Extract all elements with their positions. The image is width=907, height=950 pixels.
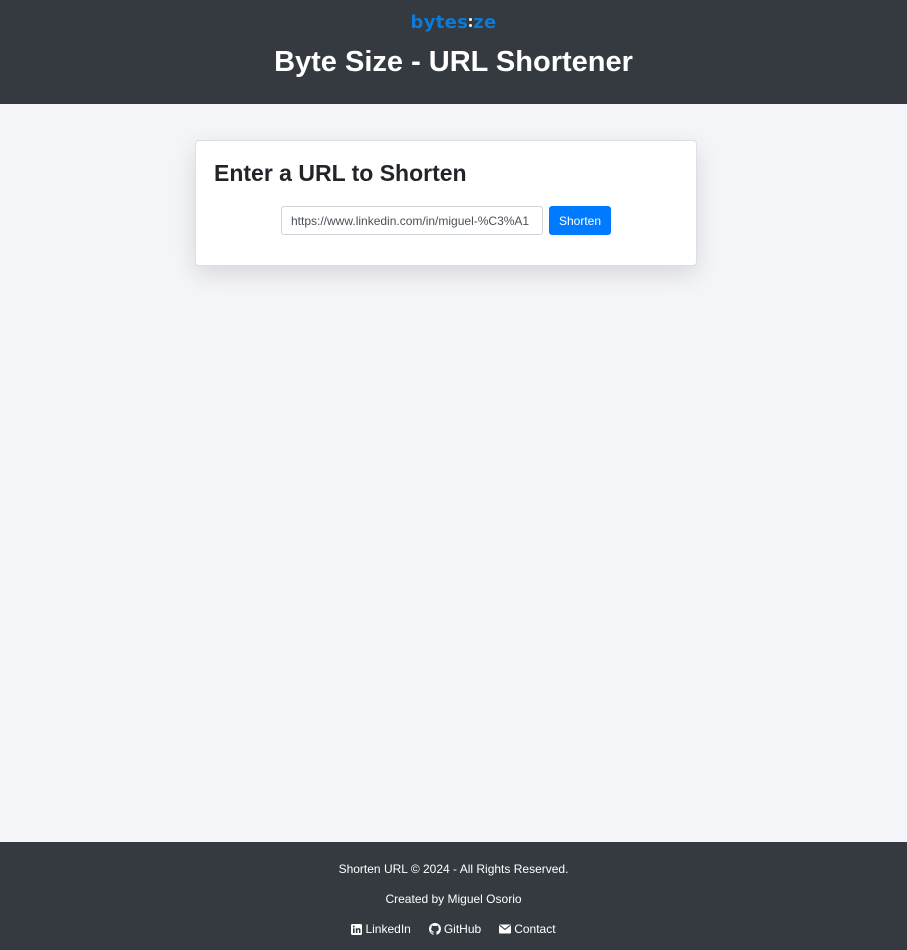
footer-links: LinkedIn GitHub Contact bbox=[0, 922, 907, 936]
linkedin-link[interactable]: LinkedIn bbox=[351, 922, 411, 936]
github-link[interactable]: GitHub bbox=[428, 922, 482, 936]
bytesize-logo[interactable]: bytes ze bbox=[0, 9, 907, 35]
logo-dots-icon bbox=[469, 13, 473, 31]
github-icon bbox=[428, 923, 441, 935]
logo-text-right: ze bbox=[473, 11, 497, 33]
card-title: Enter a URL to Shorten bbox=[214, 160, 467, 186]
site-header: bytes ze Byte Size - URL Shortener bbox=[0, 0, 907, 104]
url-input[interactable] bbox=[281, 206, 543, 235]
shorten-card: Enter a URL to Shorten Shorten bbox=[195, 140, 697, 266]
created-by-text: Created by Miguel Osorio bbox=[385, 892, 522, 906]
contact-label: Contact bbox=[514, 922, 556, 936]
page-title: Byte Size - URL Shortener bbox=[274, 46, 633, 78]
envelope-icon bbox=[499, 924, 512, 934]
linkedin-icon bbox=[351, 923, 363, 935]
logo-text-left: bytes bbox=[410, 11, 469, 33]
linkedin-label: LinkedIn bbox=[365, 922, 411, 936]
github-label: GitHub bbox=[443, 922, 482, 936]
site-footer: Shorten URL © 2024 - All Rights Reserved… bbox=[0, 842, 907, 950]
contact-link[interactable]: Contact bbox=[499, 922, 556, 936]
copyright-text: Shorten URL © 2024 - All Rights Reserved… bbox=[338, 862, 569, 876]
shorten-button[interactable]: Shorten bbox=[549, 206, 611, 235]
